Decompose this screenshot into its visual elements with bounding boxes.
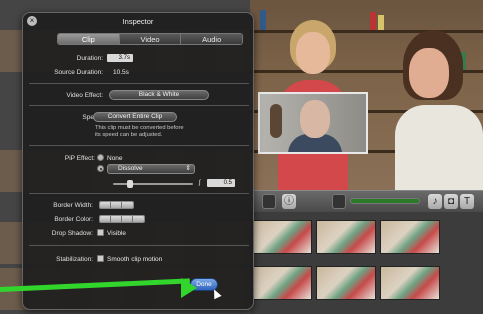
- duration-label: Duration:: [76, 55, 103, 62]
- pip-none-label: None: [107, 155, 123, 162]
- tab-audio[interactable]: Audio: [181, 34, 242, 44]
- border-color-label: Border Color:: [54, 216, 93, 223]
- border-color-segmented-control[interactable]: [99, 215, 145, 223]
- pip-duration-slider[interactable]: [113, 183, 193, 185]
- duration-field[interactable]: 3.7s: [107, 54, 133, 62]
- divider: [29, 245, 249, 246]
- audio-skimming-button[interactable]: [332, 194, 346, 209]
- slider-knob[interactable]: [127, 180, 133, 188]
- video-effect-button[interactable]: Black & White: [109, 90, 209, 100]
- clip-thumbnail[interactable]: [316, 266, 376, 300]
- pip-effect-label: PiP Effect:: [64, 155, 95, 162]
- audio-level-meter: [350, 198, 420, 204]
- stabilization-checkbox[interactable]: [97, 255, 104, 262]
- divider: [29, 145, 249, 146]
- crop-tool-button[interactable]: [262, 194, 276, 209]
- stabilization-label: Stabilization:: [56, 256, 93, 263]
- inspector-title: Inspector: [122, 17, 154, 26]
- clip-thumbnail[interactable]: [316, 220, 376, 254]
- pip-dissolve-select[interactable]: Dissolve ⇕: [107, 164, 195, 174]
- divider: [29, 193, 249, 194]
- drop-shadow-option: Visible: [107, 230, 127, 237]
- clip-thumbnail[interactable]: [252, 266, 312, 300]
- pip-dissolve-radio[interactable]: [97, 165, 104, 172]
- inspector-panel: × Inspector Clip Video Audio Duration: 3…: [22, 12, 254, 310]
- music-icon[interactable]: ♪: [428, 194, 442, 209]
- pip-none-radio[interactable]: [97, 154, 104, 161]
- camera-icon[interactable]: ◘: [444, 194, 458, 209]
- source-duration-label: Source Duration:: [54, 69, 103, 76]
- video-effect-label: Video Effect:: [66, 92, 103, 99]
- clip-thumbnail[interactable]: [380, 220, 440, 254]
- clip-thumbnail[interactable]: [380, 266, 440, 300]
- speed-note-line2: its speed can be adjusted.: [95, 132, 163, 138]
- pip-dissolve-value: Dissolve: [118, 165, 143, 172]
- project-browser: [250, 212, 483, 314]
- clip-thumbnail[interactable]: [252, 220, 312, 254]
- edit-toolbar: ⓘ ♪ ◘ T: [250, 190, 483, 212]
- divider: [29, 83, 249, 84]
- tab-video[interactable]: Video: [119, 34, 182, 44]
- slow-fast-icon: ʃ: [199, 179, 201, 186]
- tab-clip[interactable]: Clip: [58, 34, 120, 44]
- video-effect-value: Black & White: [138, 91, 180, 98]
- info-icon[interactable]: ⓘ: [282, 194, 296, 209]
- convert-entire-clip-button[interactable]: Convert Entire Clip: [93, 112, 177, 122]
- divider: [29, 105, 249, 106]
- annotation-arrow-icon: [181, 278, 197, 298]
- stabilization-option: Smooth clip motion: [107, 256, 163, 263]
- source-duration-value: 10.5s: [113, 69, 129, 76]
- inspector-tabs: Clip Video Audio: [57, 33, 243, 45]
- drop-shadow-label: Drop Shadow:: [51, 230, 93, 237]
- picture-in-picture-overlay[interactable]: [258, 92, 368, 154]
- drop-shadow-checkbox[interactable]: [97, 229, 104, 236]
- speed-note-line1: This clip must be converted before: [95, 125, 184, 131]
- speed-label: Speed:: [23, 114, 103, 121]
- pip-duration-field[interactable]: 0.5: [207, 179, 235, 187]
- border-width-label: Border Width:: [53, 202, 93, 209]
- title-icon[interactable]: T: [460, 194, 474, 209]
- border-width-segmented-control[interactable]: [99, 201, 134, 209]
- chevron-down-icon: ⇕: [185, 165, 191, 172]
- person-right: [395, 30, 483, 190]
